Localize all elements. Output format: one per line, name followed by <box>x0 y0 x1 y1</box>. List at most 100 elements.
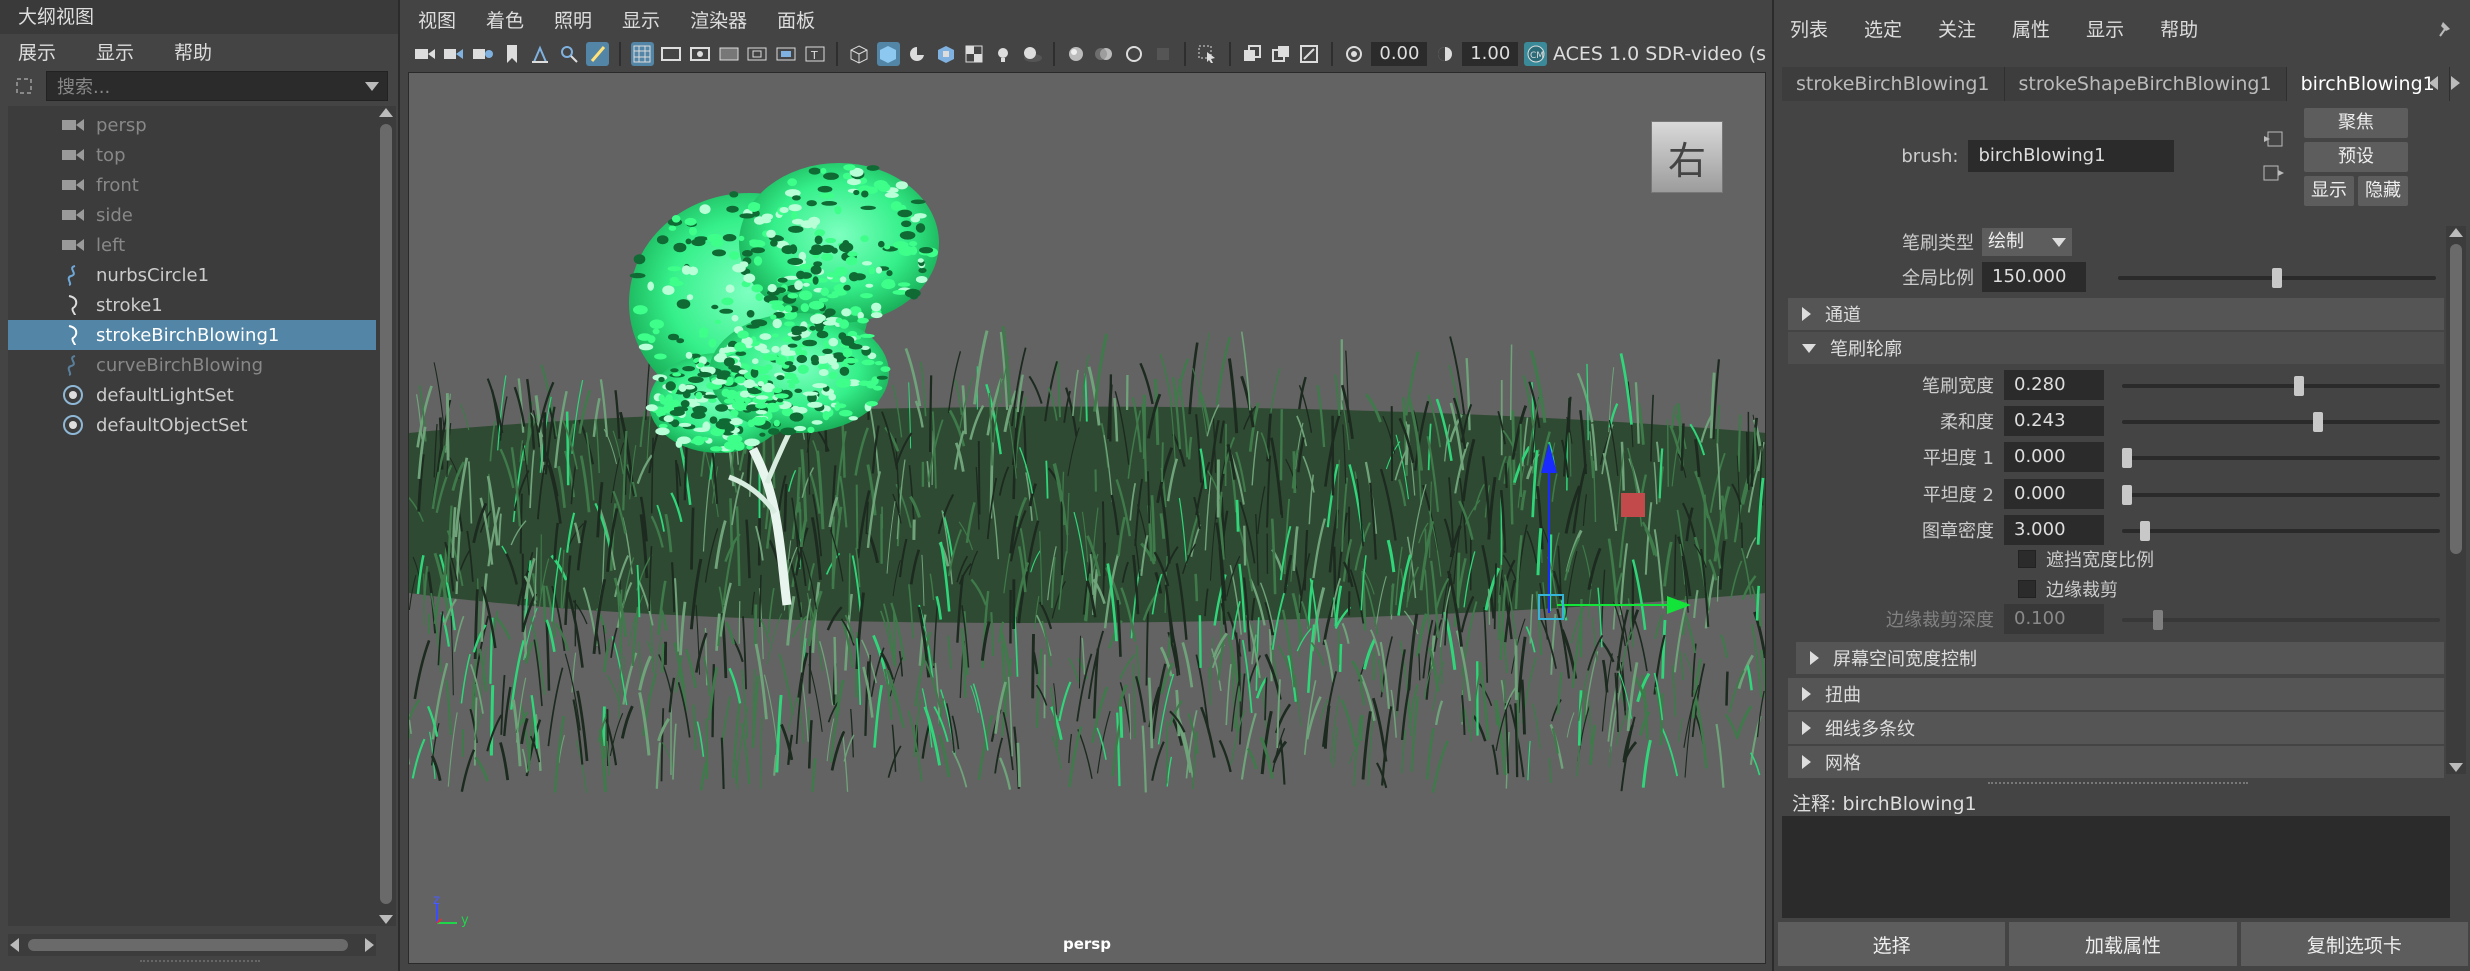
outliner-menu-show[interactable]: 显示 <box>96 38 134 65</box>
brush-profile-slider[interactable] <box>2122 484 2440 505</box>
depth-of-field-icon[interactable] <box>1151 42 1174 66</box>
outliner-menu-help[interactable]: 帮助 <box>174 38 212 65</box>
tab-scroll-left-icon[interactable] <box>2429 76 2438 90</box>
3d-viewport[interactable]: 右 z y persp <box>408 72 1766 964</box>
outliner-item-curvebirchblowing[interactable]: curveBirchBlowing <box>8 350 376 380</box>
pin-icon[interactable] <box>2436 18 2454 43</box>
load-attributes-button[interactable]: 加载属性 <box>2009 922 2237 966</box>
wireframe-icon[interactable] <box>848 42 871 66</box>
section-channels[interactable]: 通道 <box>1788 298 2444 330</box>
slider-knob[interactable] <box>2122 448 2132 469</box>
outliner-search-input[interactable]: 搜索... <box>46 71 388 101</box>
motion-blur-icon[interactable] <box>1094 42 1117 66</box>
view-transform-label[interactable]: ACES 1.0 SDR-video (s <box>1553 43 1766 65</box>
scroll-down-icon[interactable] <box>379 915 393 924</box>
ae-menu-list[interactable]: 列表 <box>1790 15 1828 42</box>
viewport-menu-lighting[interactable]: 照明 <box>554 6 592 33</box>
outliner-vertical-scrollbar[interactable] <box>376 106 396 926</box>
section-mesh[interactable]: 网格 <box>1788 746 2444 778</box>
brush-type-dropdown[interactable]: 绘制 <box>1982 228 2072 256</box>
textured-icon[interactable] <box>934 42 957 66</box>
occlusion-width-scale-row[interactable]: 遮挡宽度比例 <box>2018 546 2154 572</box>
grass-field[interactable] <box>409 326 1766 793</box>
slider-knob[interactable] <box>2294 376 2305 396</box>
outliner-horizontal-scrollbar[interactable] <box>8 934 376 956</box>
outliner-item-nurbscircle1[interactable]: nurbsCircle1 <box>8 260 376 290</box>
brush-profile-field[interactable]: 0.000 <box>2004 442 2104 473</box>
brush-profile-slider[interactable] <box>2122 376 2440 396</box>
ae-menu-attributes[interactable]: 属性 <box>2012 15 2050 42</box>
section-thin-line-multi[interactable]: 细线多条纹 <box>1788 712 2444 744</box>
default-material-icon[interactable] <box>906 42 929 66</box>
outliner-item-stroke1[interactable]: stroke1 <box>8 290 376 320</box>
outliner-item-strokebirchblowing1[interactable]: strokeBirchBlowing1 <box>8 320 376 350</box>
ambient-occlusion-icon[interactable] <box>1065 42 1088 66</box>
notes-textarea[interactable] <box>1782 816 2450 918</box>
ae-menu-show[interactable]: 显示 <box>2086 15 2124 42</box>
resolution-gate-icon[interactable] <box>689 42 712 66</box>
ae-menu-focus[interactable]: 关注 <box>1938 15 1976 42</box>
xray-components-icon[interactable] <box>1298 42 1321 66</box>
slider-knob[interactable] <box>2140 520 2151 541</box>
viewport-menu-show[interactable]: 显示 <box>622 6 660 33</box>
scroll-up-icon[interactable] <box>379 108 393 117</box>
brush-profile-slider[interactable] <box>2122 520 2440 541</box>
grid-icon[interactable] <box>631 42 654 66</box>
global-scale-slider[interactable] <box>2118 268 2436 288</box>
2d-pan-zoom-icon[interactable] <box>558 42 581 66</box>
slider-knob[interactable] <box>2122 484 2132 505</box>
section-twist[interactable]: 扭曲 <box>1788 678 2444 710</box>
xray-joints-icon[interactable] <box>1269 42 1292 66</box>
tab-strokeshapebirchblowing1[interactable]: strokeShapeBirchBlowing1 <box>2004 67 2287 101</box>
bookmark-icon[interactable] <box>500 42 523 66</box>
scroll-right-icon[interactable] <box>365 938 374 952</box>
slider-knob[interactable] <box>2272 268 2282 288</box>
bookmark-camera-icon[interactable] <box>471 42 494 66</box>
tab-birchblowing1[interactable]: birchBlowing1 <box>2286 67 2450 101</box>
image-plane-icon[interactable] <box>529 42 552 66</box>
focus-button[interactable]: 聚焦 <box>2304 108 2408 138</box>
isolate-select-icon[interactable] <box>1196 42 1219 66</box>
tab-strokebirchblowing1[interactable]: strokeBirchBlowing1 <box>1782 67 2005 101</box>
safe-action-icon[interactable] <box>775 42 798 66</box>
outliner-hscroll-thumb[interactable] <box>28 939 348 951</box>
tab-scroll-right-icon[interactable] <box>2451 76 2460 90</box>
occlusion-width-scale-checkbox[interactable] <box>2018 550 2036 568</box>
section-screen-space-width[interactable]: 屏幕空间宽度控制 <box>1796 642 2444 674</box>
viewport-menu-shading[interactable]: 着色 <box>486 6 524 33</box>
input-connections-icon[interactable] <box>2262 128 2286 155</box>
viewport-scene[interactable] <box>409 73 1766 964</box>
outliner-item-front[interactable]: front <box>8 170 376 200</box>
outliner-menu-display[interactable]: 展示 <box>18 38 56 65</box>
show-button[interactable]: 显示 <box>2304 176 2354 206</box>
select-camera-icon[interactable] <box>414 42 437 66</box>
ae-vscroll-thumb[interactable] <box>2450 244 2462 554</box>
anti-aliasing-icon[interactable] <box>1123 42 1146 66</box>
shadows-icon[interactable] <box>1020 42 1043 66</box>
copy-tab-button[interactable]: 复制选项卡 <box>2240 922 2468 966</box>
viewport-menu-renderer[interactable]: 渲染器 <box>690 6 747 33</box>
ae-vertical-scrollbar[interactable] <box>2446 226 2466 774</box>
safe-title-icon[interactable]: T <box>803 42 826 66</box>
outliner-item-defaultlightset[interactable]: defaultLightSet <box>8 380 376 410</box>
search-dropdown-icon[interactable] <box>365 82 379 91</box>
brush-name-field[interactable]: birchBlowing1 <box>1968 140 2174 172</box>
gamma-icon[interactable] <box>1433 42 1456 66</box>
scroll-left-icon[interactable] <box>10 938 19 952</box>
gamma-field[interactable]: 1.00 <box>1462 42 1519 66</box>
splitter-handle[interactable] <box>1988 782 2248 784</box>
output-connections-icon[interactable] <box>2262 162 2286 189</box>
ae-menu-selected[interactable]: 选定 <box>1864 15 1902 42</box>
hide-button[interactable]: 隐藏 <box>2358 176 2408 206</box>
grease-pencil-icon[interactable] <box>586 42 610 66</box>
edge-clip-checkbox[interactable] <box>2018 580 2036 598</box>
outliner-item-side[interactable]: side <box>8 200 376 230</box>
exposure-field[interactable]: 0.00 <box>1371 42 1428 66</box>
film-gate-icon[interactable] <box>660 42 683 66</box>
outliner-vscroll-thumb[interactable] <box>380 124 392 904</box>
outliner-item-persp[interactable]: persp <box>8 110 376 140</box>
brush-profile-slider[interactable] <box>2122 448 2440 469</box>
color-management-icon[interactable]: CM <box>1524 42 1547 66</box>
outliner-item-top[interactable]: top <box>8 140 376 170</box>
viewcube[interactable]: 右 <box>1651 121 1723 193</box>
